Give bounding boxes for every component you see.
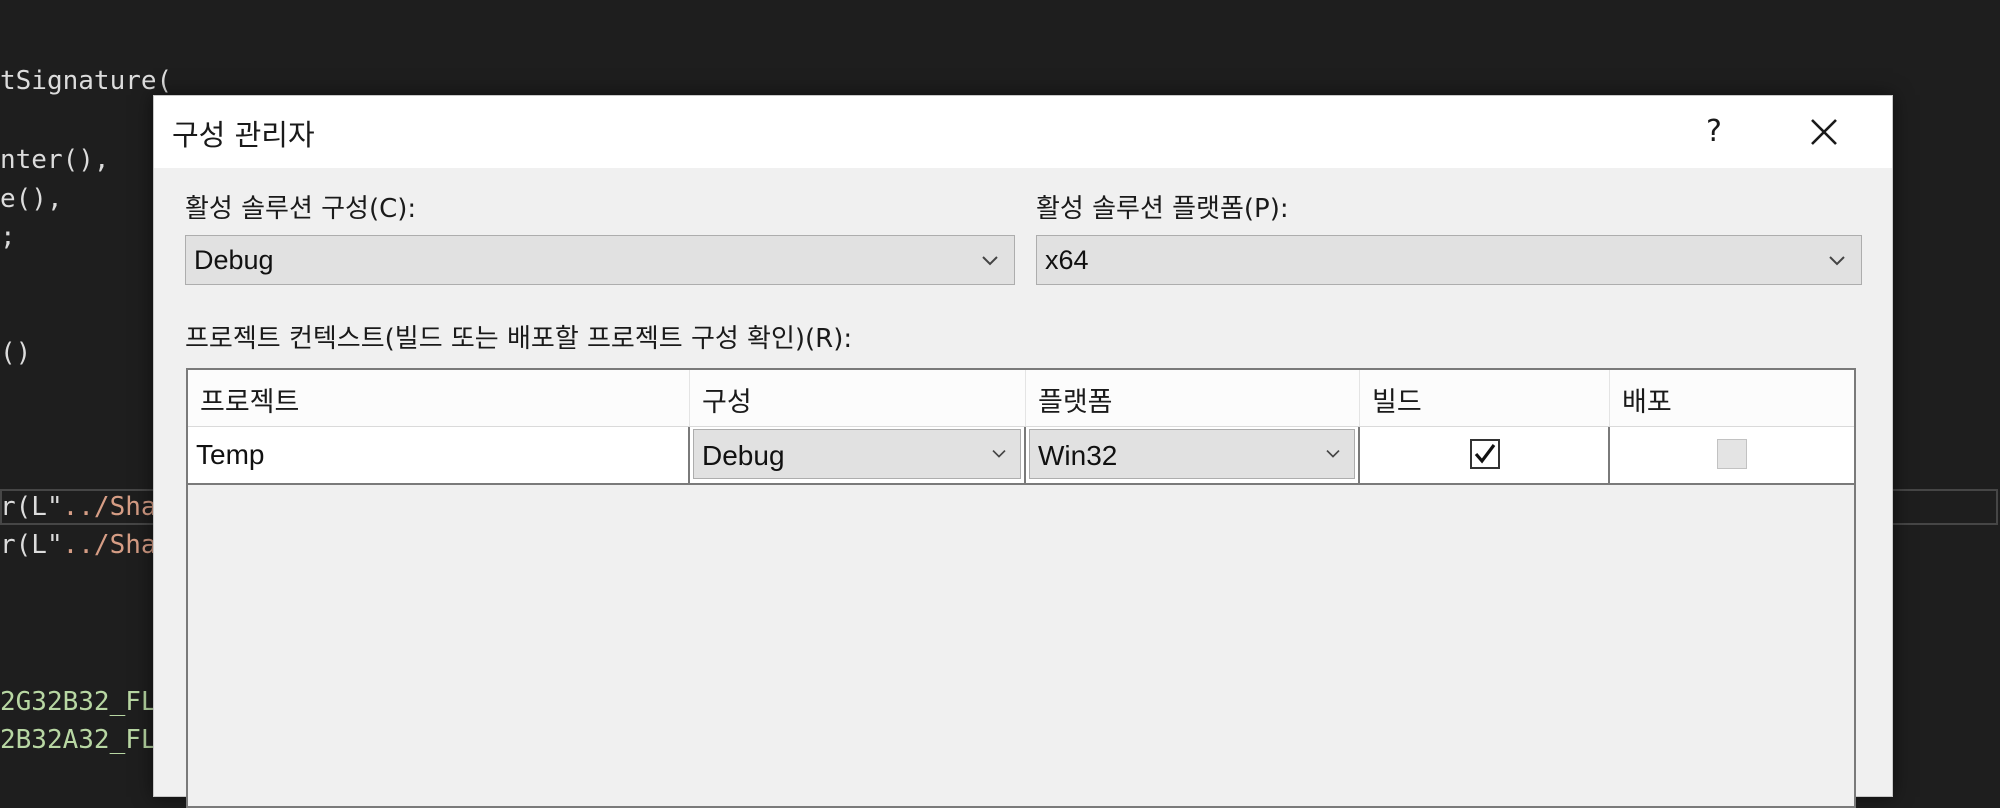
code-line: 2B32A32_FL: [0, 725, 157, 755]
active-platform-dropdown[interactable]: x64: [1036, 235, 1862, 285]
configuration-cell: Debug: [690, 427, 1026, 483]
chevron-down-icon: [1326, 449, 1340, 458]
build-cell: [1360, 427, 1610, 483]
deploy-checkbox: [1717, 439, 1747, 469]
code-token: r(L": [0, 492, 63, 522]
help-button[interactable]: ?: [1684, 106, 1744, 158]
project-context-label: 프로젝트 컨텍스트(빌드 또는 배포할 프로젝트 구성 확인)(R):: [185, 324, 853, 354]
table-row[interactable]: Temp Debug Win32: [188, 427, 1854, 485]
column-header-project[interactable]: 프로젝트: [188, 370, 690, 426]
dialog-titlebar[interactable]: 구성 관리자 ?: [154, 96, 1892, 168]
string-literal: ../Sha: [62, 492, 157, 522]
active-platform-label: 활성 솔루션 플랫폼(P):: [1036, 194, 1289, 224]
configuration-manager-dialog: 구성 관리자 ? 활성 솔루션 구성(C): Debug 활성 솔루션 플랫폼(…: [153, 95, 1893, 808]
code-line: e(),: [0, 184, 63, 214]
project-cell: Temp: [188, 427, 690, 483]
chevron-down-icon: [992, 449, 1006, 458]
code-line: tSignature(: [0, 66, 173, 96]
code-line: 2G32B32_FL: [0, 687, 157, 717]
code-line: (): [0, 338, 32, 368]
row-configuration-value: Debug: [702, 440, 785, 471]
column-header-configuration[interactable]: 구성: [690, 370, 1026, 426]
column-header-deploy[interactable]: 배포: [1610, 370, 1854, 426]
grid-header: 프로젝트 구성 플랫폼 빌드 배포: [188, 370, 1854, 427]
close-icon: [1811, 119, 1837, 145]
code-token: r(L": [0, 530, 63, 560]
active-config-label: 활성 솔루션 구성(C):: [185, 194, 417, 224]
chevron-down-icon: [1829, 256, 1845, 266]
row-platform-value: Win32: [1038, 440, 1118, 471]
close-button[interactable]: [1794, 106, 1854, 158]
code-line: r(L"../Sha: [0, 492, 157, 522]
string-literal: ../Sha: [62, 530, 157, 560]
column-header-platform[interactable]: 플랫폼: [1026, 370, 1360, 426]
build-checkbox[interactable]: [1470, 439, 1500, 469]
active-config-value: Debug: [194, 245, 274, 275]
code-line: ;: [0, 222, 16, 252]
project-name: Temp: [196, 439, 265, 470]
code-line: r(L"../Sha: [0, 530, 157, 560]
deploy-cell: [1610, 427, 1854, 483]
active-platform-value: x64: [1045, 245, 1089, 275]
dialog-title: 구성 관리자: [172, 118, 315, 152]
column-header-build[interactable]: 빌드: [1360, 370, 1610, 426]
code-line: nter(),: [0, 145, 110, 175]
checkmark-icon: [1474, 444, 1496, 464]
project-context-grid[interactable]: 프로젝트 구성 플랫폼 빌드 배포 Temp Debug Win32: [186, 368, 1856, 808]
platform-cell: Win32: [1026, 427, 1360, 483]
row-platform-dropdown[interactable]: Win32: [1029, 429, 1355, 479]
chevron-down-icon: [982, 256, 998, 266]
active-config-dropdown[interactable]: Debug: [185, 235, 1015, 285]
row-configuration-dropdown[interactable]: Debug: [693, 429, 1021, 479]
